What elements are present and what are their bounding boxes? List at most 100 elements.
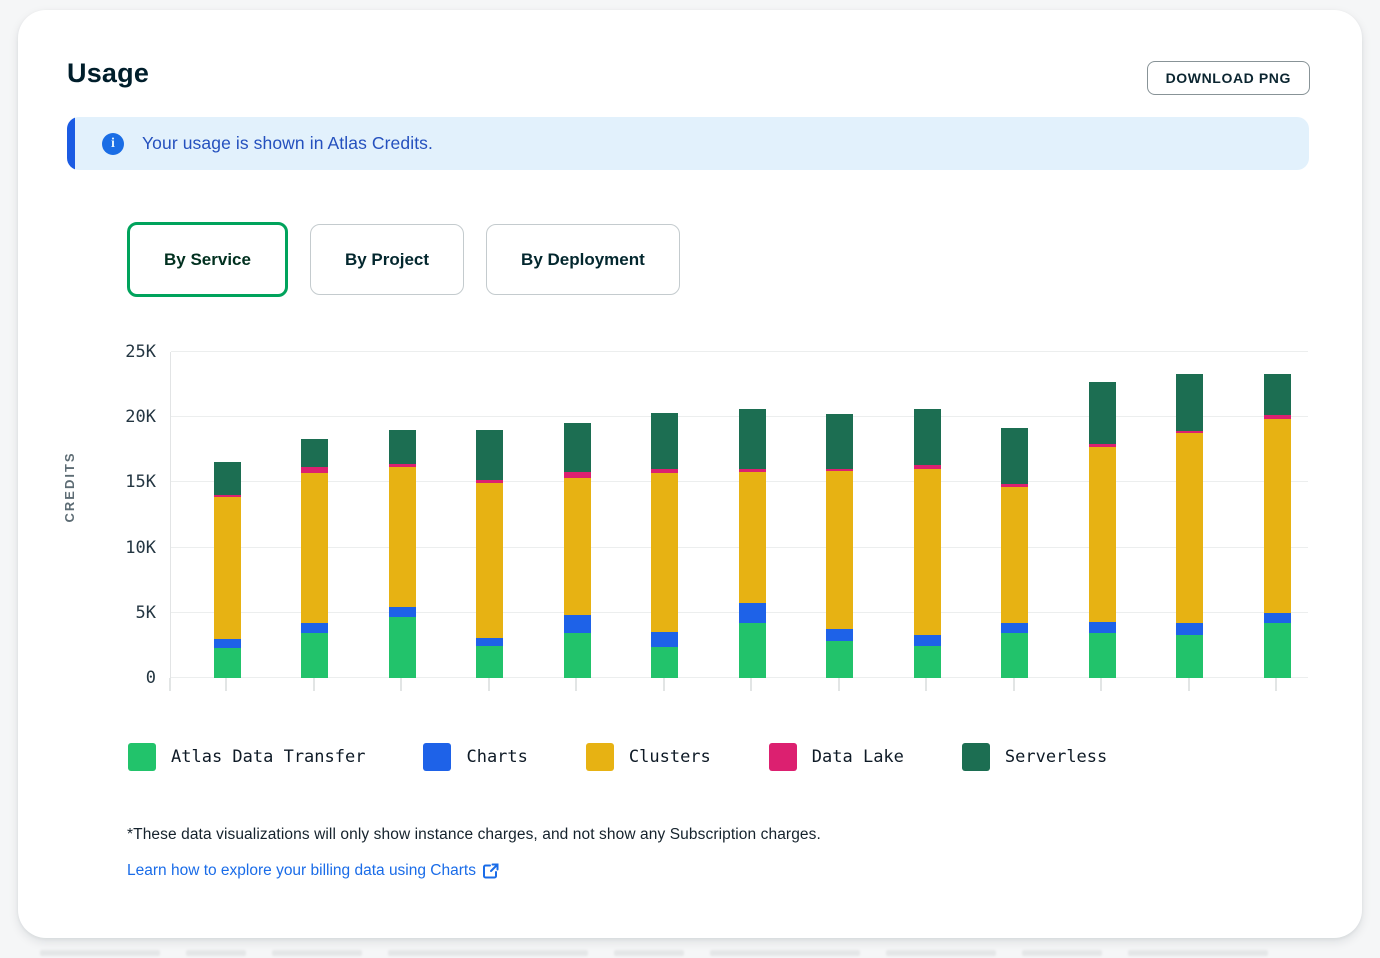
legend-label: Data Lake <box>812 747 904 767</box>
stacked-bar[interactable] <box>914 352 941 678</box>
bar-segment[interactable] <box>651 647 678 678</box>
bar-segment[interactable] <box>214 462 241 495</box>
bar-segment[interactable] <box>651 413 678 469</box>
bar-segment[interactable] <box>476 483 503 638</box>
stacked-bar[interactable] <box>1089 352 1116 678</box>
bar-segment[interactable] <box>389 617 416 678</box>
bar-segment[interactable] <box>914 409 941 465</box>
bar-segment[interactable] <box>1176 623 1203 635</box>
bar-segment[interactable] <box>301 439 328 467</box>
chart-legend: Atlas Data TransferChartsClustersData La… <box>128 743 1107 771</box>
bar-segment[interactable] <box>214 497 241 638</box>
bar-segment[interactable] <box>1089 447 1116 622</box>
legend-swatch <box>962 743 990 771</box>
link-label: Learn how to explore your billing data u… <box>127 862 476 880</box>
bar-segment[interactable] <box>476 638 503 646</box>
bar-segment[interactable] <box>739 623 766 678</box>
bar-segment[interactable] <box>1001 633 1028 678</box>
bar-segment[interactable] <box>739 409 766 469</box>
bar-segment[interactable] <box>651 632 678 646</box>
page-title: Usage <box>67 58 149 89</box>
bar-segment[interactable] <box>1264 419 1291 613</box>
bar-segment[interactable] <box>1089 633 1116 678</box>
stacked-bar[interactable] <box>826 352 853 678</box>
bar-segment[interactable] <box>564 633 591 678</box>
bar-segment[interactable] <box>1176 433 1203 623</box>
bar-segment[interactable] <box>389 467 416 607</box>
bar-segment[interactable] <box>301 473 328 622</box>
bar-segment[interactable] <box>476 430 503 480</box>
y-axis-ticks: 05K10K15K20K25K <box>76 352 156 678</box>
bar-segment[interactable] <box>914 469 941 635</box>
stacked-bar[interactable] <box>651 352 678 678</box>
x-tick <box>225 678 227 691</box>
download-png-button[interactable]: DOWNLOAD PNG <box>1147 61 1310 95</box>
y-tick-label: 15K <box>125 472 156 492</box>
banner-accent-stripe <box>67 117 75 170</box>
stacked-bar[interactable] <box>564 352 591 678</box>
x-tick <box>400 678 402 691</box>
usage-card: Usage DOWNLOAD PNG i Your usage is shown… <box>18 10 1362 938</box>
bar-segment[interactable] <box>1264 613 1291 623</box>
tab-by-service[interactable]: By Service <box>127 222 288 297</box>
bar-segment[interactable] <box>914 646 941 678</box>
bar-segment[interactable] <box>389 607 416 617</box>
bar-segment[interactable] <box>1001 623 1028 633</box>
bar-segment[interactable] <box>214 639 241 648</box>
bar-segment[interactable] <box>739 472 766 603</box>
x-tick <box>169 678 171 691</box>
bar-segment[interactable] <box>651 473 678 632</box>
stacked-bar[interactable] <box>739 352 766 678</box>
bar-segment[interactable] <box>1176 374 1203 431</box>
stacked-bar[interactable] <box>1176 352 1203 678</box>
bar-segment[interactable] <box>1264 374 1291 414</box>
legend-label: Atlas Data Transfer <box>171 747 365 767</box>
bar-segment[interactable] <box>1001 487 1028 623</box>
x-axis-ticks <box>170 678 1308 692</box>
x-tick <box>838 678 840 691</box>
bar-segment[interactable] <box>1176 635 1203 678</box>
tab-by-deployment[interactable]: By Deployment <box>486 224 680 295</box>
billing-data-charts-link[interactable]: Learn how to explore your billing data u… <box>127 862 499 880</box>
bar-segment[interactable] <box>301 633 328 678</box>
bar-segment[interactable] <box>1264 623 1291 678</box>
legend-label: Charts <box>466 747 527 767</box>
stacked-bar[interactable] <box>1264 352 1291 678</box>
bar-segment[interactable] <box>214 648 241 678</box>
legend-item: Atlas Data Transfer <box>128 743 365 771</box>
x-tick <box>925 678 927 691</box>
bar-segment[interactable] <box>564 615 591 633</box>
legend-label: Serverless <box>1005 747 1107 767</box>
bar-segment[interactable] <box>564 423 591 472</box>
bar-segment[interactable] <box>826 471 853 629</box>
stacked-bar[interactable] <box>301 352 328 678</box>
stacked-bar[interactable] <box>1001 352 1028 678</box>
x-tick <box>488 678 490 691</box>
y-tick-label: 10K <box>125 538 156 558</box>
bar-segment[interactable] <box>389 430 416 464</box>
info-icon: i <box>102 133 124 155</box>
x-tick <box>1100 678 1102 691</box>
info-banner: i Your usage is shown in Atlas Credits. <box>67 117 1309 170</box>
x-tick <box>1013 678 1015 691</box>
external-link-icon <box>483 863 499 879</box>
bar-segment[interactable] <box>476 646 503 678</box>
bar-segment[interactable] <box>739 603 766 623</box>
bar-segment[interactable] <box>1089 382 1116 444</box>
bar-segment[interactable] <box>826 629 853 641</box>
legend-swatch <box>423 743 451 771</box>
stacked-bar[interactable] <box>476 352 503 678</box>
bar-segment[interactable] <box>1001 428 1028 484</box>
view-tabs: By Service By Project By Deployment <box>127 222 680 297</box>
y-tick-label: 0 <box>146 668 156 688</box>
bar-segment[interactable] <box>564 478 591 615</box>
bar-segment[interactable] <box>914 635 941 646</box>
bar-segment[interactable] <box>826 641 853 678</box>
tab-by-project[interactable]: By Project <box>310 224 464 295</box>
y-tick-label: 5K <box>136 603 156 623</box>
bar-segment[interactable] <box>1089 622 1116 633</box>
bar-segment[interactable] <box>826 414 853 469</box>
bar-segment[interactable] <box>301 623 328 633</box>
stacked-bar[interactable] <box>214 352 241 678</box>
stacked-bar[interactable] <box>389 352 416 678</box>
